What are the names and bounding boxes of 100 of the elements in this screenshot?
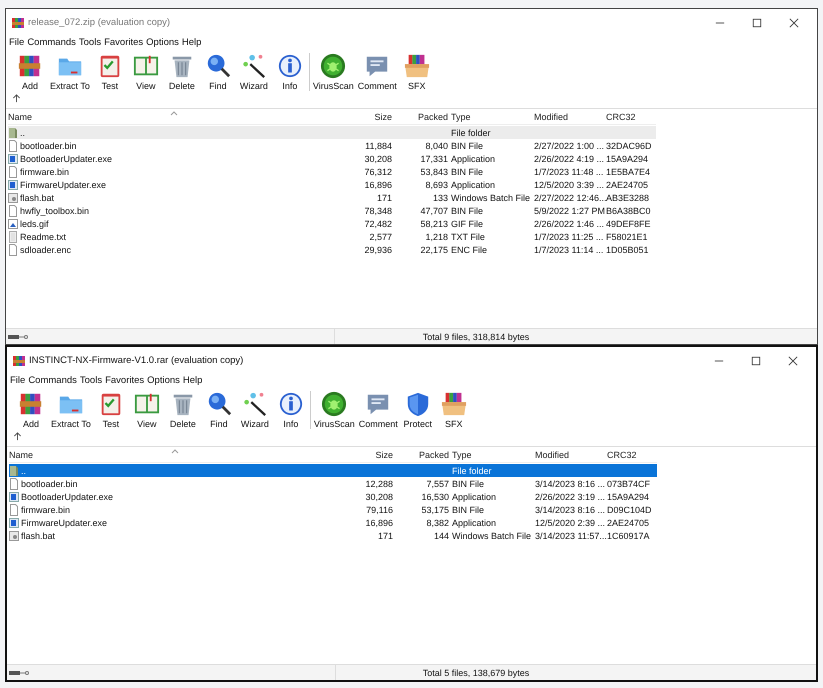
menu-item[interactable]: Tools xyxy=(80,375,102,386)
file-type: File folder xyxy=(452,466,492,476)
modified-date: 1/7/2023 11:14 ... xyxy=(534,244,604,254)
toolbar-button[interactable]: Extract To xyxy=(49,391,93,429)
toolbar-button[interactable]: Protect xyxy=(400,391,436,429)
menu-item[interactable]: Favorites xyxy=(105,375,144,386)
file-row[interactable]: BootloaderUpdater.exe 30,208 16,530 Application 2/26/2022 3:19 ... 15A9A294 xyxy=(9,490,657,503)
toolbar-button[interactable]: Test xyxy=(92,53,128,91)
column-header[interactable]: Packed xyxy=(395,450,451,460)
up-arrow-icon[interactable] xyxy=(13,432,22,441)
file-row[interactable]: bootloader.bin 12,288 7,557 BIN File 3/14/2023 8:16 ... 073B74CF xyxy=(9,477,657,490)
file-row[interactable]: FirmwareUpdater.exe 16,896 8,382 Application 12/5/2020 2:39 ... 2AE24705 xyxy=(9,516,657,529)
packed-size: 17,331 xyxy=(420,154,448,164)
file-row[interactable]: hwfly_toolbox.bin 78,348 47,707 BIN File 5/9/2022 1:27 PM B6A38BC0 xyxy=(8,204,656,217)
file-row[interactable]: leds.gif 72,482 58,213 GIF File 2/26/2022 1:46 ... 49DEF8FE xyxy=(8,217,656,230)
file-size: 16,896 xyxy=(364,180,392,190)
file-row[interactable]: Readme.txt 2,577 1,218 TXT File 1/7/2023 11:25 ... F58021E1 xyxy=(8,230,656,243)
menu-item[interactable]: Help xyxy=(182,375,202,386)
file-row[interactable]: FirmwareUpdater.exe 16,896 8,693 Application 12/5/2020 3:39 ... 2AE24705 xyxy=(8,178,656,191)
menu-item[interactable]: Commands xyxy=(27,37,76,48)
column-header[interactable]: Size xyxy=(338,112,394,122)
toolbar-button[interactable]: SFX xyxy=(436,391,472,429)
crc-value: 15A9A294 xyxy=(606,154,648,164)
column-header[interactable]: CRC32 xyxy=(606,112,656,122)
file-size: 29,936 xyxy=(364,244,392,254)
app-icon xyxy=(13,354,25,366)
maximize-icon[interactable] xyxy=(751,356,761,366)
modified-date: 2/26/2022 4:19 ... xyxy=(534,154,604,164)
file-row[interactable]: firmware.bin 76,312 53,843 BIN File 1/7/2023 11:48 ... 1E5BA7E4 xyxy=(8,165,656,178)
file-row[interactable]: flash.bat 171 133 Windows Batch File 2/27/2022 12:46...AB3E3288 xyxy=(8,191,656,204)
toolbar-button[interactable]: VirusScan xyxy=(312,391,357,429)
text-file-icon xyxy=(8,230,18,242)
file-row[interactable]: bootloader.bin 11,884 8,040 BIN File 2/27/2022 1:00 ... 32DAC96D xyxy=(8,139,656,152)
file-size: 76,312 xyxy=(364,166,392,176)
toolbar-button[interactable]: Wizard xyxy=(236,53,272,91)
file-size: 11,884 xyxy=(365,140,392,150)
toolbar-button[interactable]: Add xyxy=(12,53,48,91)
column-header[interactable]: Modified xyxy=(534,112,606,122)
toolbar-button[interactable]: Comment xyxy=(356,391,400,429)
toolbar-button[interactable]: Extract To xyxy=(48,53,92,91)
toolbar-button[interactable]: Comment xyxy=(356,53,399,91)
toolbar-button[interactable]: Find xyxy=(200,53,236,91)
packed-size: 53,175 xyxy=(421,504,449,514)
menu-item[interactable]: Tools xyxy=(78,37,102,48)
packed-size: 8,693 xyxy=(425,180,448,190)
menu-item[interactable]: Favorites xyxy=(104,37,144,48)
menu-item[interactable]: Help xyxy=(182,37,202,48)
menu-item[interactable]: Options xyxy=(146,37,179,48)
toolbar-button[interactable]: Find xyxy=(200,391,237,429)
toolbar-button[interactable]: SFX xyxy=(398,53,435,91)
toolbar-button[interactable]: Test xyxy=(92,391,129,429)
toolbar-button[interactable]: Info xyxy=(272,391,309,429)
column-header[interactable]: Modified xyxy=(535,450,607,460)
packed-size: 22,175 xyxy=(420,244,448,254)
file-row[interactable]: firmware.bin 79,116 53,175 BIN File 3/14/2023 8:16 ... D09C104D xyxy=(9,503,657,516)
toolbar-button[interactable]: View xyxy=(128,391,165,429)
menu-item[interactable]: File xyxy=(10,375,26,386)
toolbar-button[interactable]: VirusScan xyxy=(310,53,356,91)
file-row[interactable]: flash.bat 171 144 Windows Batch File 3/14/2023 11:57...1C60917A xyxy=(9,529,657,542)
file-type: BIN File xyxy=(451,140,484,150)
file-name: Readme.txt xyxy=(20,232,66,242)
packed-size: 58,213 xyxy=(420,218,448,228)
maximize-icon[interactable] xyxy=(752,18,762,28)
column-header[interactable]: CRC32 xyxy=(607,450,657,460)
file-type: Application xyxy=(452,518,496,528)
file-row[interactable]: .. File folder xyxy=(9,464,657,477)
file-type: BIN File xyxy=(452,504,484,514)
column-header[interactable]: Size xyxy=(339,450,395,460)
close-icon[interactable] xyxy=(789,18,799,28)
menu-item[interactable]: Options xyxy=(147,375,180,386)
file-type: Windows Batch File xyxy=(451,192,530,202)
file-row[interactable]: sdloader.enc 29,936 22,175 ENC File 1/7/2023 11:14 ... 1D05B051 xyxy=(8,243,656,256)
sort-caret-icon xyxy=(170,111,178,116)
packed-size: 7,557 xyxy=(426,478,449,488)
crc-value: 32DAC96D xyxy=(606,140,652,150)
menu-item[interactable]: File xyxy=(9,37,24,48)
up-arrow-icon[interactable] xyxy=(12,94,21,103)
bug-icon xyxy=(321,391,348,417)
toolbar-button[interactable]: Add xyxy=(13,391,49,429)
toolbar-button[interactable]: Info xyxy=(272,53,308,91)
column-header[interactable]: Type xyxy=(450,112,534,122)
toolbar-button[interactable]: Delete xyxy=(164,391,201,429)
file-row[interactable]: .. File folder xyxy=(8,126,656,139)
close-icon[interactable] xyxy=(788,356,798,366)
application-icon xyxy=(9,490,19,502)
menu-item[interactable]: Commands xyxy=(28,375,77,386)
file-size: 30,208 xyxy=(365,492,393,502)
column-header[interactable]: Packed xyxy=(394,112,450,122)
column-header[interactable]: Name xyxy=(8,112,338,122)
column-header[interactable]: Name xyxy=(9,450,339,460)
column-header[interactable]: Type xyxy=(451,450,535,460)
crc-value: 2AE24705 xyxy=(606,180,648,190)
modified-date: 2/27/2022 12:46... xyxy=(534,192,607,202)
toolbar-button[interactable]: Delete xyxy=(164,53,200,91)
packed-size: 1,218 xyxy=(425,232,448,242)
toolbar-button[interactable]: Wizard xyxy=(236,391,273,429)
toolbar-button[interactable]: View xyxy=(128,53,164,91)
image-file-icon xyxy=(8,218,18,230)
modified-date: 1/7/2023 11:48 ... xyxy=(534,166,604,176)
file-row[interactable]: BootloaderUpdater.exe 30,208 17,331 Application 2/26/2022 4:19 ... 15A9A294 xyxy=(8,152,656,165)
